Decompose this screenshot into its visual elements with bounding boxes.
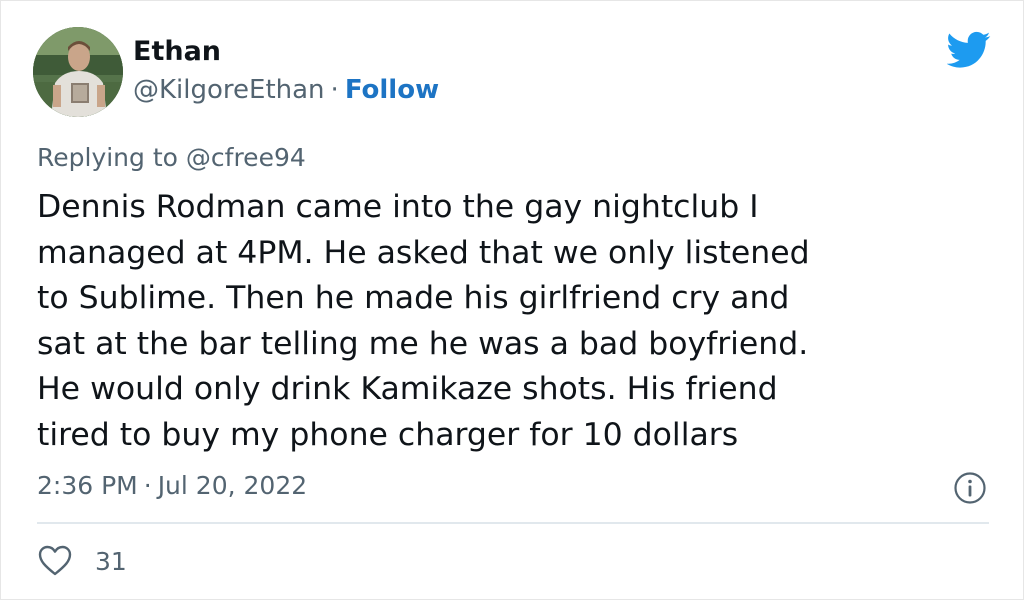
author-name[interactable]: Ethan (133, 35, 221, 69)
tweet-text-line: He would only drink Kamikaze shots. His … (37, 371, 778, 408)
replying-prefix: Replying to (37, 143, 178, 172)
tweet-text: Dennis Rodman came into the gay nightclu… (37, 185, 987, 459)
avatar-photo (33, 27, 123, 117)
tweet-timestamp[interactable]: 2:36 PM · Jul 20, 2022 (37, 469, 307, 503)
replying-to-line: Replying to @cfree94 (37, 141, 306, 175)
tweet-text-line: managed at 4PM. He asked that we only li… (37, 234, 810, 271)
twitter-bird-icon[interactable] (946, 31, 991, 69)
separator-dot: · (330, 75, 339, 105)
tweet-text-line: sat at the bar telling me he was a bad b… (37, 325, 809, 362)
author-handle[interactable]: @KilgoreEthan (133, 75, 325, 105)
tweet-text-line: tired to buy my phone charger for 10 dol… (37, 416, 739, 453)
follow-button[interactable]: Follow (345, 75, 439, 105)
like-button[interactable]: 31 (37, 541, 127, 581)
info-icon[interactable] (953, 471, 987, 505)
author-handle-line: @KilgoreEthan · Follow (133, 73, 439, 107)
avatar[interactable] (33, 27, 123, 117)
tweet-date: Jul 20, 2022 (157, 471, 308, 500)
tweet-text-line: to Sublime. Then he made his girlfriend … (37, 280, 790, 317)
like-count: 31 (95, 546, 127, 576)
divider (37, 522, 989, 524)
replying-mention-link[interactable]: @cfree94 (186, 143, 306, 172)
separator-dot: · (143, 471, 152, 500)
heart-icon (38, 545, 72, 576)
tweet-time: 2:36 PM (37, 471, 138, 500)
tweet-card: Ethan @KilgoreEthan · Follow Replying to @… (0, 0, 1024, 600)
tweet-text-line: Dennis Rodman came into the gay nightclu… (37, 189, 759, 225)
